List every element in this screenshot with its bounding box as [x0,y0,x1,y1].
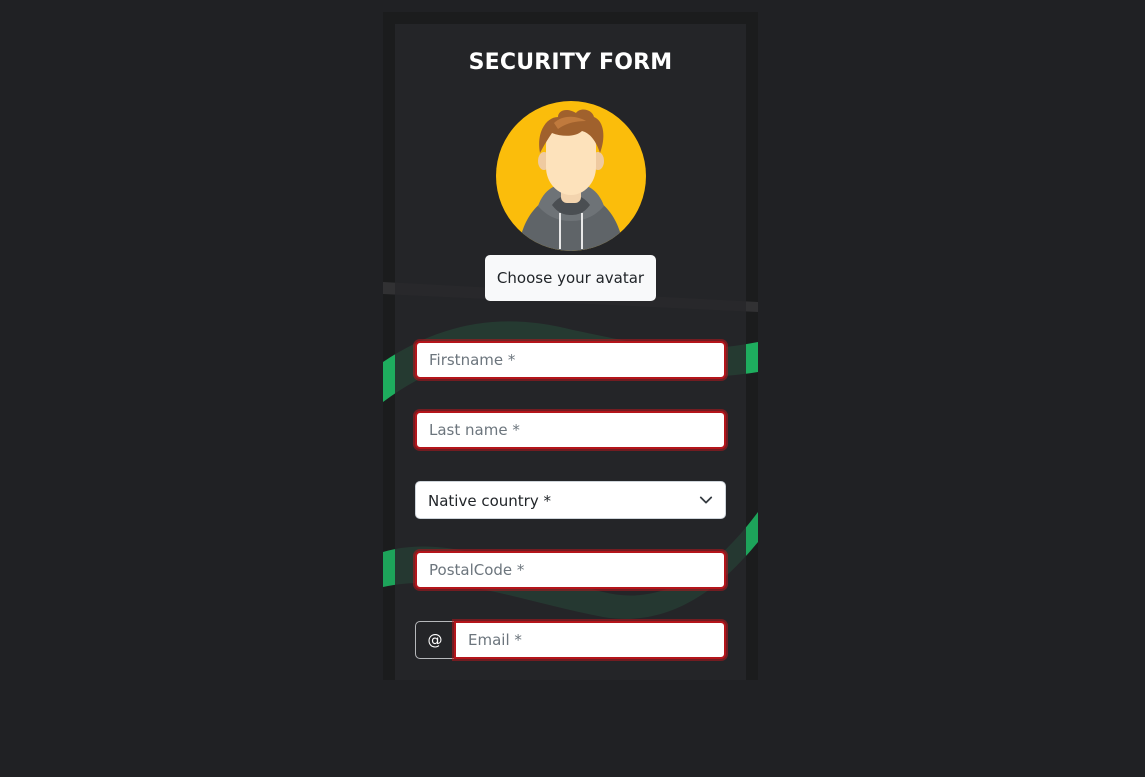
chevron-down-icon [699,496,713,504]
user-hoodie-icon [496,101,646,251]
form-frame: SECURITY FORM Choose your avatar Firstna… [383,12,758,680]
postal-code-input[interactable] [415,551,726,589]
email-prefix-at: @ [415,621,455,659]
native-country-selected-value: Native country * [428,492,551,510]
form-card: SECURITY FORM Choose your avatar Firstna… [395,24,746,680]
native-country-select[interactable]: Native country * [415,481,726,519]
form-title: SECURITY FORM [468,50,673,75]
email-input[interactable] [454,621,726,659]
lastname-input[interactable] [415,411,726,449]
choose-avatar-button[interactable]: Choose your avatar [485,255,656,301]
firstname-input[interactable] [415,341,726,379]
